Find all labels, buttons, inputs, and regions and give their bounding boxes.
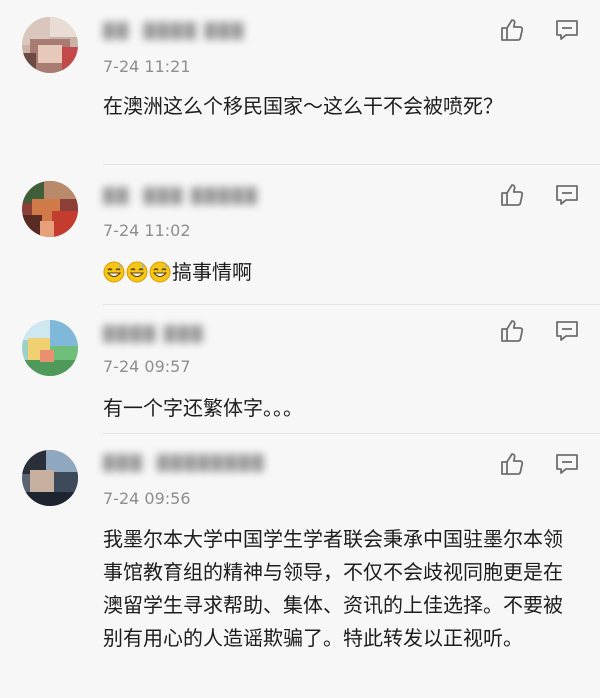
comment-bubble-icon[interactable] xyxy=(553,181,581,209)
comment-text-body: 搞事情啊 xyxy=(172,260,252,284)
comment-text: 在澳洲这么个移民国家～这么干不会被喷死？ xyxy=(103,94,503,118)
comment-text: 有一个字还繁体字。。。 xyxy=(103,396,303,420)
avatar[interactable] xyxy=(22,181,78,237)
thumbs-up-icon[interactable] xyxy=(498,16,526,44)
grinning-sweat-emoji xyxy=(103,261,125,283)
comment-item: ████ ███ 7-24 09:57 有一个字还繁体字。。。 xyxy=(0,305,600,434)
thumbs-up-icon[interactable] xyxy=(498,181,526,209)
avatar[interactable] xyxy=(22,320,78,376)
comment-item: ███ ·████████ 7-24 09:56 我墨尔本大学中国学生学者联会秉… xyxy=(0,434,600,698)
username[interactable]: ██ ·███ █████ xyxy=(103,187,259,205)
thumbs-up-icon[interactable] xyxy=(498,317,526,345)
comment-item: ██ ·███ █████ 7-24 11:02 搞事情啊 xyxy=(0,165,600,305)
username[interactable]: ██ ·████ ███ xyxy=(103,22,245,40)
comment-feed: ██ ·████ ███ 7-24 11:21 在澳洲这么个移民国家～这么干不会… xyxy=(0,0,600,698)
avatar[interactable] xyxy=(22,17,78,73)
comment-item: ██ ·████ ███ 7-24 11:21 在澳洲这么个移民国家～这么干不会… xyxy=(0,0,600,165)
timestamp: 7-24 11:02 xyxy=(103,221,191,240)
thumbs-up-icon[interactable] xyxy=(498,450,526,478)
comment-bubble-icon[interactable] xyxy=(553,317,581,345)
comment-bubble-icon[interactable] xyxy=(553,16,581,44)
username[interactable]: ████ ███ xyxy=(103,325,205,343)
timestamp: 7-24 09:56 xyxy=(103,489,191,508)
comment-text: 搞事情啊 xyxy=(103,256,573,289)
avatar[interactable] xyxy=(22,450,78,506)
username[interactable]: ███ ·████████ xyxy=(103,454,265,472)
grinning-sweat-emoji xyxy=(149,261,171,283)
timestamp: 7-24 11:21 xyxy=(103,57,191,76)
grinning-sweat-emoji xyxy=(126,261,148,283)
comment-bubble-icon[interactable] xyxy=(553,450,581,478)
comment-text: 我墨尔本大学中国学生学者联会秉承中国驻墨尔本领事馆教育组的精神与领导，不仅不会歧… xyxy=(103,527,563,650)
timestamp: 7-24 09:57 xyxy=(103,357,191,376)
